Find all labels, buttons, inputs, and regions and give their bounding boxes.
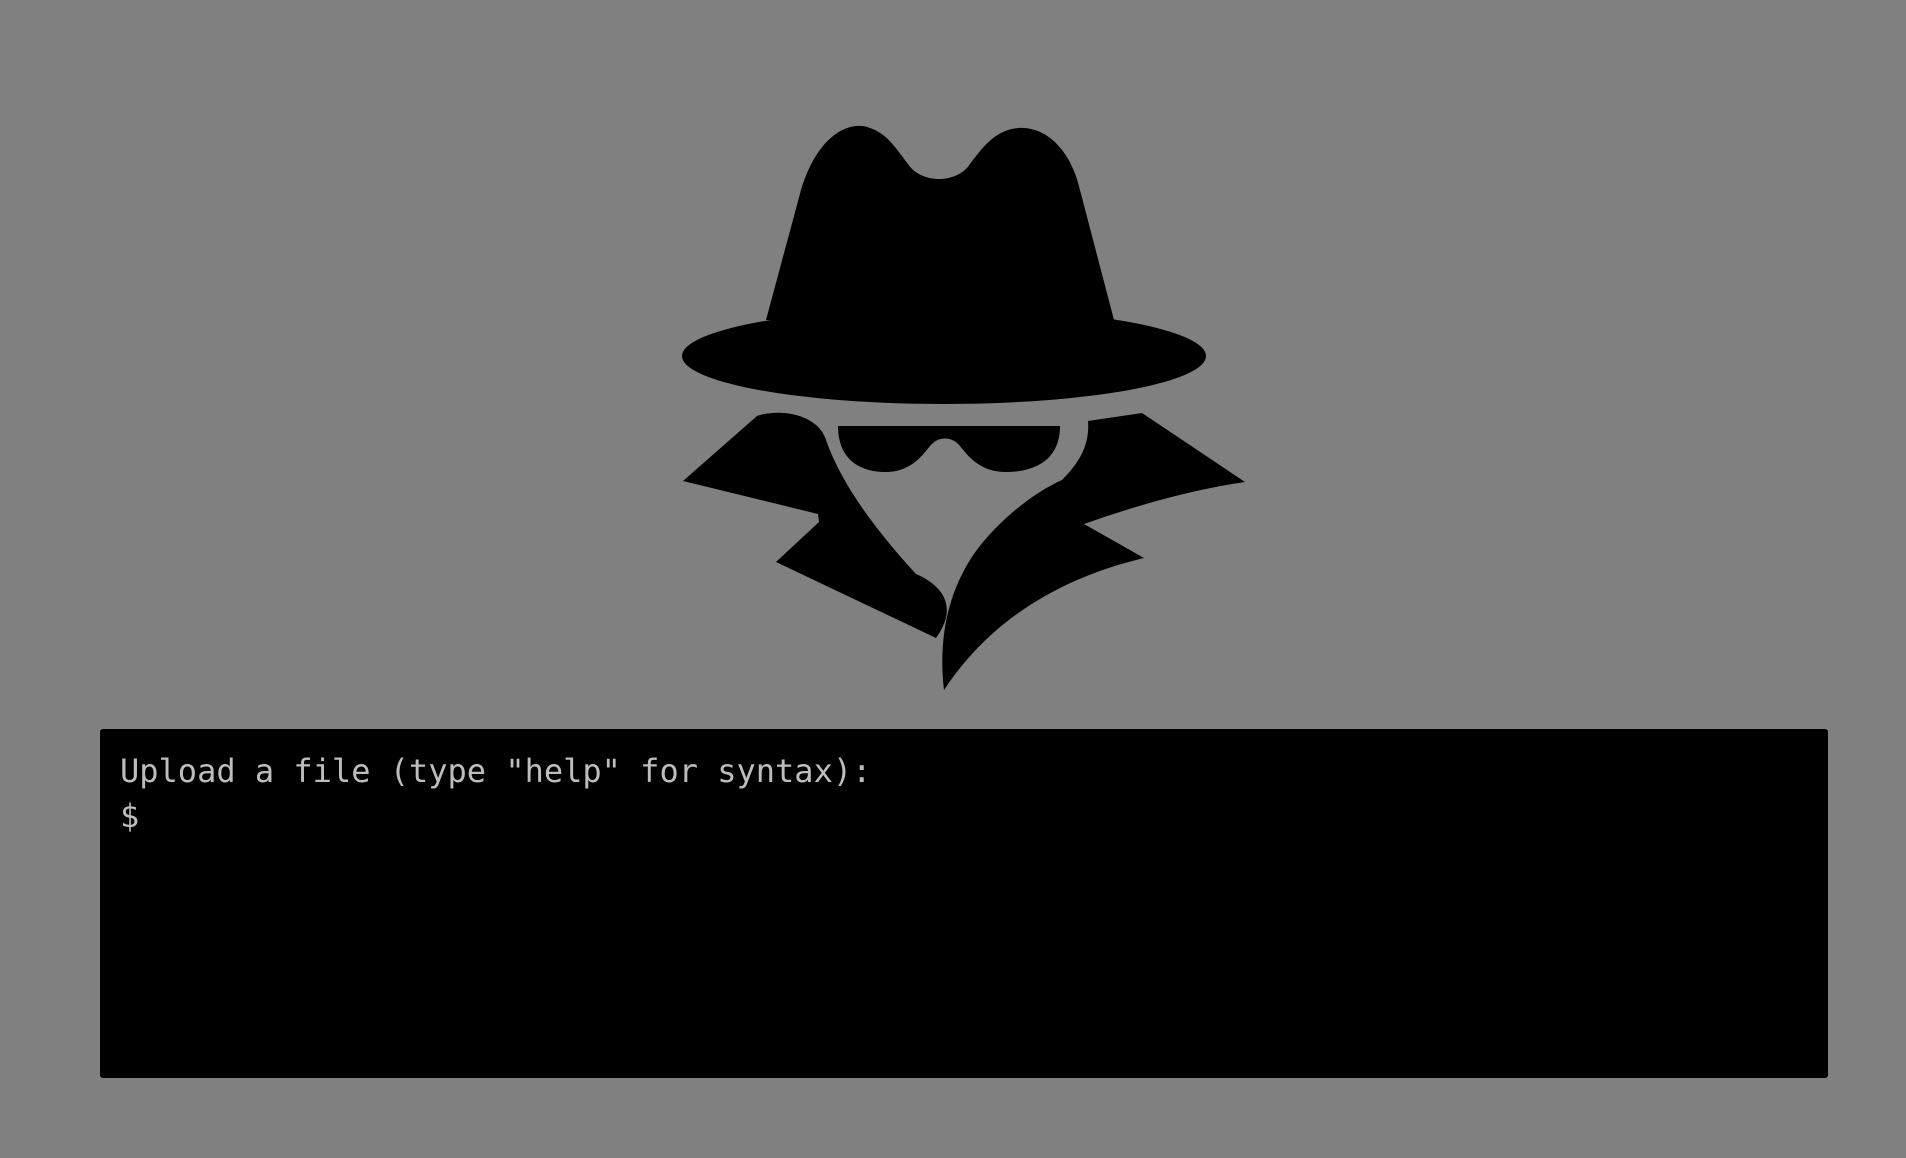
spy-icon [682,125,1245,690]
command-input[interactable] [139,794,1659,839]
hat-crown [766,125,1114,320]
glasses [838,426,1060,472]
terminal-window[interactable]: Upload a file (type "help" for syntax): … [100,729,1828,1078]
prompt-symbol: $ [120,797,140,835]
hat-brim [682,308,1206,404]
terminal-instruction: Upload a file (type "help" for syntax): [120,752,872,790]
terminal-prompt-row[interactable]: $ [120,794,1808,839]
